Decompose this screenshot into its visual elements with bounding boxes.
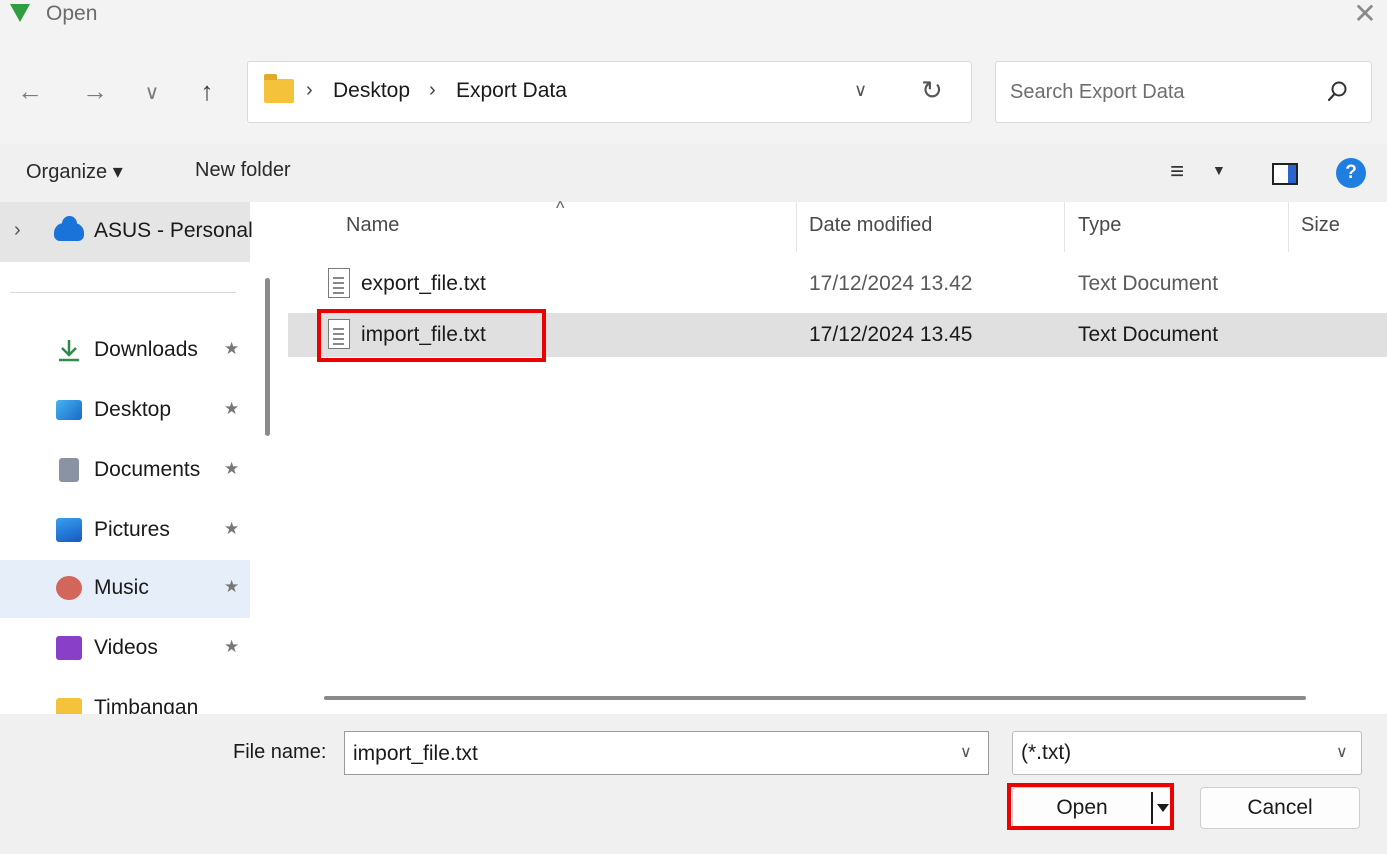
file-list: ^ Name Date modified Type Size export_fi… [288, 198, 1387, 714]
documents-icon [59, 458, 79, 482]
file-name-label: File name: [233, 741, 327, 763]
pin-icon[interactable]: ★ [224, 577, 239, 597]
address-bar[interactable]: › Desktop › Export Data ∨ ↻ [247, 61, 972, 123]
search-icon[interactable] [1326, 80, 1348, 104]
breadcrumb-desktop[interactable]: Desktop [333, 79, 410, 103]
window-title: Open [46, 2, 98, 25]
pin-icon[interactable]: ★ [224, 339, 239, 359]
forward-arrow-icon[interactable]: → [77, 76, 113, 106]
folder-icon [264, 74, 294, 103]
app-logo-icon [10, 4, 30, 22]
nav-item-documents[interactable]: Documents ★ [0, 442, 250, 500]
nav-item-label: Timbangan [94, 696, 199, 714]
nav-item-label: Videos [94, 636, 158, 659]
split-divider [1151, 792, 1153, 824]
breadcrumb-separator-icon: › [429, 79, 436, 101]
file-name-input[interactable] [353, 740, 943, 768]
file-type-value: (*.txt) [1021, 741, 1072, 764]
nav-item-pictures[interactable]: Pictures ★ [0, 502, 250, 560]
file-date-modified: 17/12/2024 13.42 [809, 272, 973, 295]
nav-item-desktop[interactable]: Desktop ★ [0, 382, 250, 440]
recent-locations-chevron-icon[interactable]: ∨ [134, 78, 170, 108]
nav-divider [10, 292, 236, 293]
nav-item-label: Desktop [94, 398, 172, 421]
nav-item-label: Music [94, 576, 149, 599]
refresh-icon[interactable]: ↻ [921, 75, 943, 106]
pin-icon[interactable]: ★ [224, 459, 239, 479]
file-name-combobox[interactable]: ∨ [344, 731, 989, 775]
pin-icon[interactable]: ★ [224, 637, 239, 657]
cloud-icon [54, 216, 84, 241]
breadcrumb-separator-icon: › [306, 79, 313, 101]
column-header-date-modified[interactable]: Date modified [809, 214, 932, 237]
navigation-pane: › ASUS - Personal Downloads ★ Desktop ★ … [0, 202, 288, 714]
nav-item-label: Downloads [94, 338, 198, 361]
cancel-button[interactable]: Cancel [1200, 787, 1360, 829]
folder-icon [56, 698, 82, 714]
preview-pane-icon[interactable] [1272, 163, 1298, 185]
nav-item-videos[interactable]: Videos ★ [0, 620, 250, 678]
file-list-horizontal-scrollbar[interactable] [324, 696, 1306, 700]
column-divider[interactable] [796, 202, 797, 252]
nav-item-label: Documents [94, 458, 201, 481]
file-name-dropdown-chevron-icon[interactable]: ∨ [960, 742, 972, 762]
desktop-icon [56, 400, 82, 420]
nav-item-timbangan[interactable]: Timbangan [0, 680, 250, 714]
text-file-icon [328, 268, 350, 298]
nav-item-downloads[interactable]: Downloads ★ [0, 322, 250, 380]
search-input[interactable] [1010, 76, 1310, 108]
search-box[interactable] [995, 61, 1372, 123]
pin-icon[interactable]: ★ [224, 519, 239, 539]
nav-item-music[interactable]: Music ★ [0, 560, 250, 618]
file-type: Text Document [1078, 272, 1219, 295]
column-divider[interactable] [1288, 202, 1289, 252]
view-dropdown-icon[interactable]: ▼ [1212, 162, 1226, 178]
file-type-select[interactable]: (*.txt) ∨ [1012, 731, 1362, 775]
column-header-type[interactable]: Type [1078, 214, 1121, 237]
music-icon [56, 576, 82, 600]
command-toolbar: Organize ▾ New folder ≡ ▼ ? [0, 144, 1387, 202]
nav-item-onedrive[interactable]: › ASUS - Personal [0, 202, 253, 262]
navigation-bar: ← → ∨ ↑ › Desktop › Export Data ∨ ↻ [0, 42, 1387, 144]
column-divider[interactable] [1064, 202, 1065, 252]
column-header-size[interactable]: Size [1301, 214, 1340, 237]
file-row-import-file[interactable]: import_file.txt 17/12/2024 13.45 Text Do… [288, 313, 1387, 357]
file-row-export-file[interactable]: export_file.txt 17/12/2024 13.42 Text Do… [288, 262, 1387, 306]
file-type-dropdown-chevron-icon[interactable]: ∨ [1336, 742, 1348, 762]
close-icon[interactable]: ✕ [1350, 0, 1380, 30]
sort-ascending-icon: ^ [556, 198, 565, 218]
dialog-footer: File name: ∨ (*.txt) ∨ Open Cancel [0, 714, 1387, 854]
back-arrow-icon[interactable]: ← [12, 76, 48, 106]
file-name: export_file.txt [361, 272, 486, 295]
up-arrow-icon[interactable]: ↑ [189, 76, 225, 106]
help-icon[interactable]: ? [1336, 158, 1366, 188]
address-dropdown-chevron-icon[interactable]: ∨ [854, 80, 867, 101]
pin-icon[interactable]: ★ [224, 399, 239, 419]
file-date-modified: 17/12/2024 13.45 [809, 323, 973, 346]
text-file-icon [328, 319, 350, 349]
new-folder-button[interactable]: New folder [195, 159, 291, 182]
open-dropdown-arrow-icon[interactable] [1157, 804, 1169, 812]
organize-menu-button[interactable]: Organize ▾ [26, 159, 123, 184]
expand-chevron-icon[interactable]: › [14, 219, 21, 242]
videos-icon [56, 636, 82, 660]
open-button[interactable]: Open [1013, 788, 1151, 828]
title-bar: Open ✕ [0, 0, 1387, 42]
view-options-icon[interactable]: ≡ [1170, 159, 1184, 185]
open-split-button[interactable]: Open [1012, 787, 1172, 829]
breadcrumb-export-data[interactable]: Export Data [456, 79, 567, 103]
nav-item-label: Pictures [94, 518, 170, 541]
nav-pane-scrollbar[interactable] [265, 278, 270, 436]
column-header-name[interactable]: Name [346, 214, 399, 237]
pictures-icon [56, 518, 82, 542]
download-icon [59, 340, 79, 362]
file-type: Text Document [1078, 323, 1219, 346]
file-name: import_file.txt [361, 323, 486, 346]
nav-item-label: ASUS - Personal [94, 219, 253, 242]
